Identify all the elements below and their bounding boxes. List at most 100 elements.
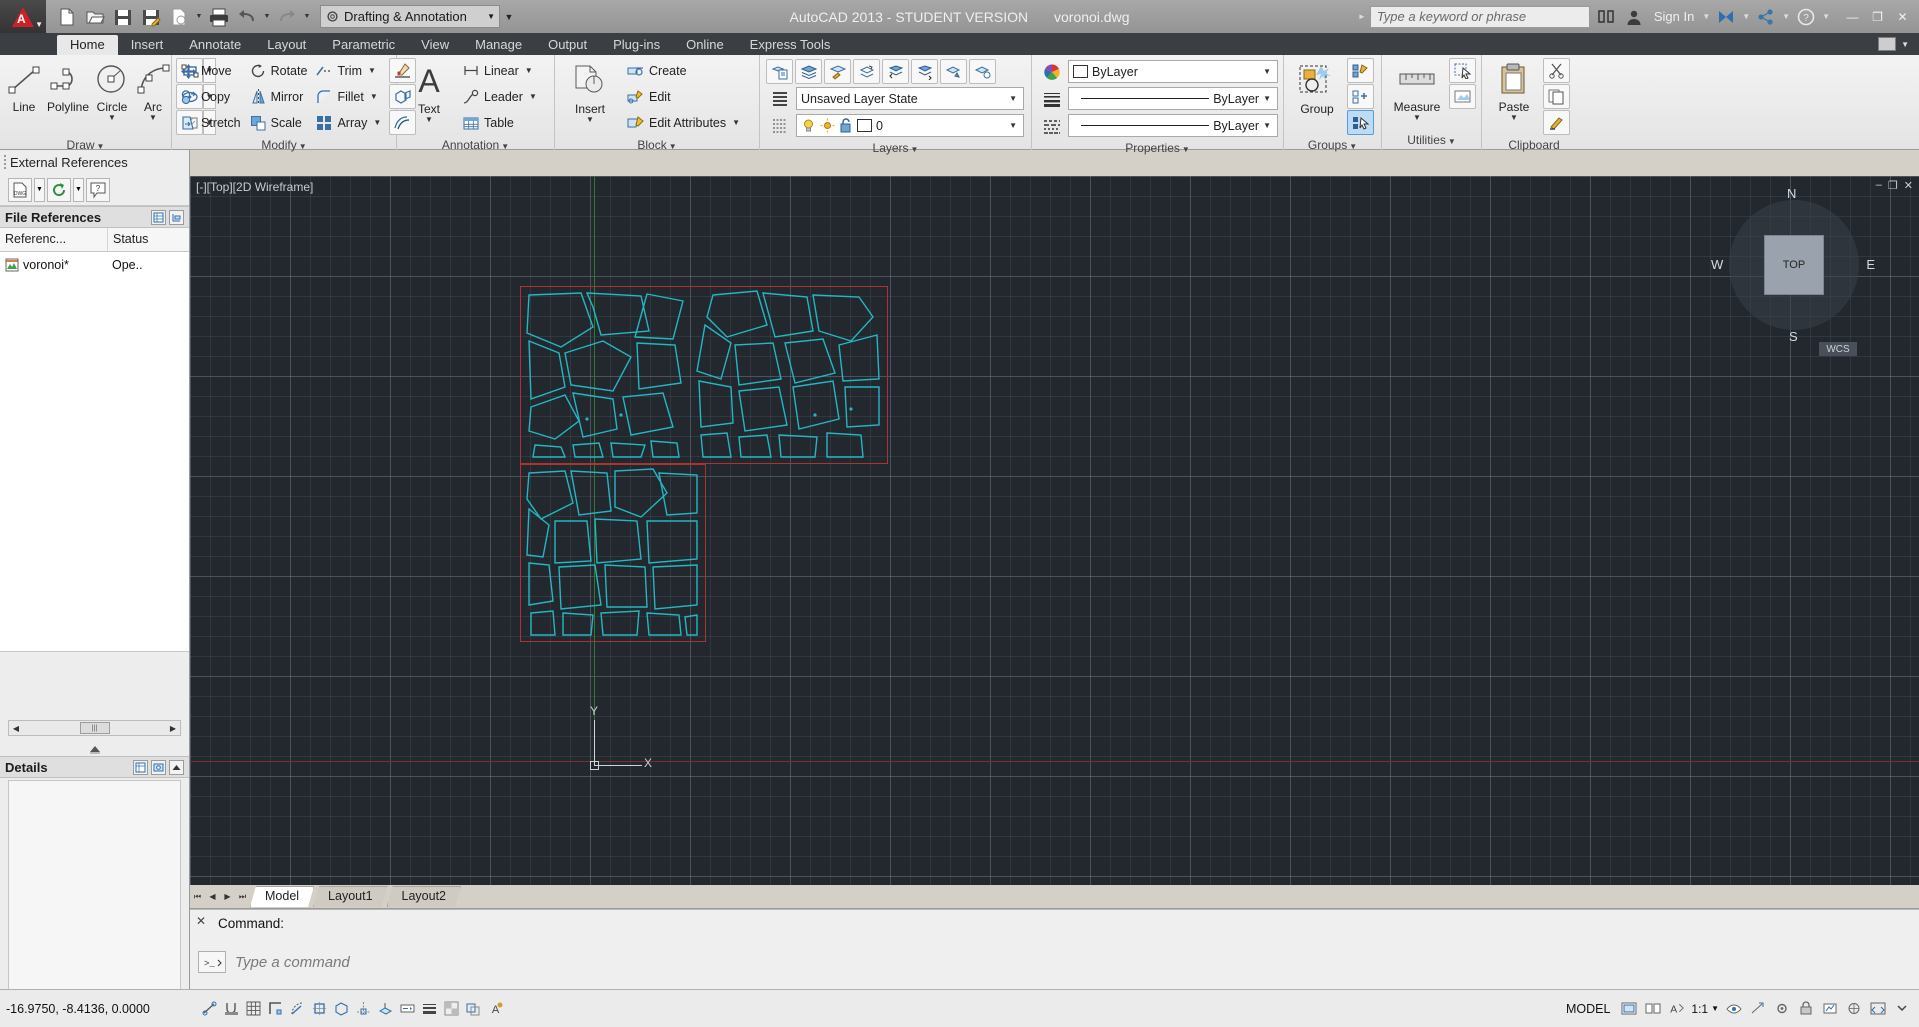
auto-scale-icon[interactable] [1748, 999, 1767, 1018]
tab-layout1[interactable]: Layout1 [313, 886, 387, 907]
leader-button[interactable]: Leader ▼ [458, 84, 541, 109]
object-snap-icon[interactable] [310, 999, 329, 1018]
save-as-icon[interactable] [138, 4, 164, 30]
tab-home[interactable]: Home [57, 35, 118, 55]
annotation-monitor-icon[interactable]: A [486, 999, 505, 1018]
chevron-down-icon[interactable]: ▼ [1702, 12, 1710, 21]
grid-display-icon[interactable] [244, 999, 263, 1018]
user-account-icon[interactable] [1622, 5, 1646, 29]
previous-layout-icon[interactable]: ◀ [205, 887, 220, 907]
help-icon[interactable]: ? [1794, 5, 1818, 29]
tab-online[interactable]: Online [673, 35, 737, 55]
tab-plugins[interactable]: Plug-ins [600, 35, 673, 55]
arc-button[interactable]: Arc ▼ [133, 58, 173, 122]
search-expand-icon[interactable]: ► [1358, 12, 1366, 21]
chevron-down-icon[interactable]: ▼ [34, 177, 45, 202]
save-icon[interactable] [110, 4, 136, 30]
coordinate-display[interactable]: -16.9750, -8.4136, 0.0000 [0, 1002, 200, 1016]
circle-button[interactable]: Circle ▼ [92, 58, 132, 122]
group-button[interactable]: Group [1288, 58, 1346, 116]
tab-parametric[interactable]: Parametric [319, 35, 408, 55]
rotate-button[interactable]: Rotate [246, 58, 312, 83]
view-cube-south[interactable]: S [1789, 329, 1798, 344]
tab-output[interactable]: Output [535, 35, 600, 55]
space-toggle[interactable]: MODEL [1562, 1002, 1614, 1016]
chevron-down-icon[interactable]: ▼ [302, 4, 312, 30]
layer-previous-icon[interactable] [853, 59, 880, 84]
chevron-down-icon[interactable]: ▼ [529, 92, 537, 101]
sign-in-button[interactable]: Sign In [1650, 9, 1698, 24]
chevron-down-icon[interactable]: ▼ [732, 118, 740, 127]
last-layout-icon[interactable]: ⏭ [235, 887, 250, 907]
chevron-down-icon[interactable]: ▼ [370, 92, 378, 101]
measure-button[interactable]: Measure ▼ [1386, 58, 1448, 122]
close-button[interactable]: ✕ [1890, 7, 1915, 27]
autodesk-exchange-icon[interactable] [1714, 5, 1738, 29]
voronoi-boundary-bottom[interactable] [520, 464, 706, 642]
command-prompt-icon[interactable]: >_ [198, 951, 226, 973]
ortho-mode-icon[interactable] [266, 999, 285, 1018]
chevron-down-icon[interactable]: ▼ [911, 145, 919, 154]
chevron-down-icon[interactable]: ▼ [73, 177, 84, 202]
move-button[interactable]: Move [176, 58, 245, 83]
chevron-down-icon[interactable]: ▼ [108, 114, 116, 122]
command-input[interactable]: Type a command [229, 954, 1913, 971]
current-layer-dropdown[interactable]: 0 ▼ [796, 114, 1024, 137]
view-cube-top-face[interactable]: TOP [1764, 235, 1824, 295]
transparency-icon[interactable] [442, 999, 461, 1018]
first-layout-icon[interactable]: ⏮ [190, 887, 205, 907]
preview-view-icon[interactable] [151, 759, 166, 775]
mirror-button[interactable]: Mirror [246, 84, 312, 109]
cut-clip-icon[interactable] [1543, 58, 1570, 83]
chevron-down-icon[interactable]: ▼ [1901, 40, 1909, 49]
chevron-down-icon[interactable]: ▼ [194, 4, 204, 30]
tab-annotate[interactable]: Annotate [176, 35, 254, 55]
view-cube-north[interactable]: N [1787, 186, 1796, 201]
array-button[interactable]: Array ▼ [312, 110, 385, 135]
selection-cycling-icon[interactable] [464, 999, 483, 1018]
lineweight-icon[interactable] [1038, 86, 1065, 111]
table-row[interactable]: voronoi* Ope.. [0, 252, 189, 277]
collapse-details-icon[interactable] [169, 759, 184, 775]
annotation-visibility-icon[interactable] [1724, 999, 1743, 1018]
tab-view[interactable]: View [408, 35, 462, 55]
list-view-icon[interactable] [151, 209, 166, 225]
column-reference-name[interactable]: Referenc... [0, 228, 108, 251]
redo-icon[interactable] [274, 4, 300, 30]
application-menu-button[interactable]: A ▼ [0, 0, 46, 33]
trim-button[interactable]: Trim ▼ [312, 58, 385, 83]
dynamic-ucs-icon[interactable] [376, 999, 395, 1018]
layer-properties-icon[interactable] [766, 59, 793, 84]
refresh-icon[interactable] [47, 177, 71, 202]
infocenter-search-input[interactable]: Type a keyword or phrase [1369, 5, 1590, 28]
create-block-button[interactable]: Create [622, 58, 744, 83]
table-button[interactable]: Table [458, 110, 541, 135]
ungroup-icon[interactable] [1347, 84, 1374, 109]
palette-grip[interactable] [0, 150, 10, 174]
chevron-down-icon[interactable]: ▼ [1182, 145, 1190, 154]
layer-list-icon[interactable] [766, 113, 793, 138]
open-file-icon[interactable] [82, 4, 108, 30]
tab-layout2[interactable]: Layout2 [387, 886, 461, 907]
layer-manager-icon[interactable] [795, 59, 822, 84]
next-layout-icon[interactable]: ▶ [220, 887, 235, 907]
insert-button[interactable]: Insert ▼ [559, 58, 621, 124]
scroll-left-icon[interactable]: ◀ [9, 721, 23, 735]
linear-dimension-button[interactable]: Linear ▼ [458, 58, 541, 83]
dynamic-input-icon[interactable] [398, 999, 417, 1018]
wcs-label[interactable]: WCS [1819, 342, 1857, 356]
viewport-controls-label[interactable]: [-][Top][2D Wireframe] [196, 180, 313, 194]
chevron-down-icon[interactable]: ▼ [299, 142, 307, 151]
scrollbar-thumb[interactable]: ||| [79, 722, 110, 734]
annotation-scale-value[interactable]: 1:1 ▼ [1691, 1002, 1719, 1016]
close-icon[interactable]: ✕ [194, 914, 208, 928]
lineweight-dropdown[interactable]: ByLayer ▼ [1068, 87, 1278, 110]
group-selection-icon[interactable] [1347, 110, 1374, 135]
toolbar-lock-icon[interactable] [1796, 999, 1815, 1018]
chevron-down-icon[interactable]: ▼ [1782, 12, 1790, 21]
3d-object-snap-icon[interactable] [332, 999, 351, 1018]
paste-button[interactable]: Paste ▼ [1486, 58, 1542, 122]
print-icon[interactable] [206, 4, 232, 30]
chevron-down-icon[interactable]: ▼ [1448, 137, 1456, 146]
layout-model-icon[interactable] [1619, 999, 1638, 1018]
